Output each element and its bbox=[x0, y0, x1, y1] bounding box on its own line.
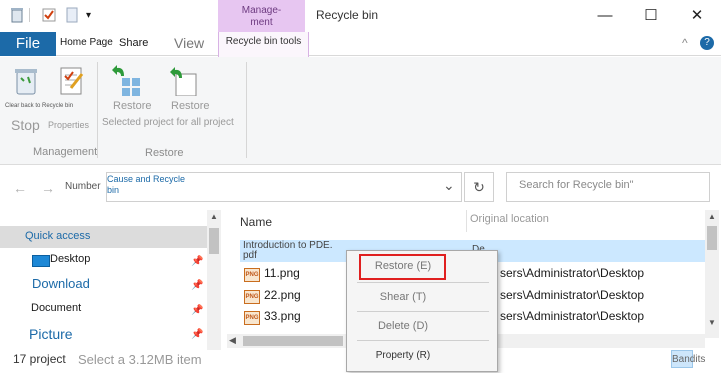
file-location: sers\Administrator\Desktop bbox=[500, 309, 645, 323]
close-button[interactable]: ✕ bbox=[680, 4, 714, 26]
column-header-name[interactable]: Name bbox=[240, 215, 272, 229]
scroll-up-icon[interactable]: ▲ bbox=[210, 212, 218, 221]
pin-icon[interactable]: 📌 bbox=[191, 329, 203, 340]
close-icon: ✕ bbox=[690, 7, 704, 24]
restore-all-icon[interactable] bbox=[112, 64, 142, 99]
back-arrow-icon[interactable]: ← bbox=[13, 180, 27, 196]
nav-item-document[interactable]: Document bbox=[31, 302, 81, 314]
menu-item-delete[interactable]: Delete (D) bbox=[347, 320, 459, 332]
tab-home[interactable]: Home Page bbox=[60, 32, 113, 56]
png-file-icon: PNG bbox=[244, 311, 260, 325]
selected-for-all-caption: Selected project for all project bbox=[102, 117, 234, 128]
group-label-restore: Restore bbox=[145, 147, 184, 159]
maximize-icon: ☐ bbox=[644, 7, 658, 24]
minimize-icon: — bbox=[597, 6, 613, 24]
ribbon-group-divider bbox=[97, 62, 98, 158]
file-list-vertical-scrollbar[interactable]: ▲ ▼ bbox=[705, 210, 719, 338]
restore-selected-button[interactable]: Restore bbox=[171, 100, 210, 112]
tab-file[interactable]: File bbox=[0, 32, 56, 56]
customize-toolbar-dropdown-icon[interactable]: ▾ bbox=[86, 10, 91, 21]
menu-divider bbox=[357, 311, 489, 312]
help-icon[interactable]: ? bbox=[700, 36, 714, 50]
nav-item-download[interactable]: Download bbox=[32, 276, 90, 291]
address-dropdown-icon[interactable]: ⌄ bbox=[443, 177, 455, 194]
column-header-original-location[interactable]: Original location bbox=[470, 213, 549, 225]
minimize-button[interactable]: — bbox=[588, 4, 622, 26]
file-name[interactable]: 33.png bbox=[264, 309, 301, 323]
restore-all-button[interactable]: Restore bbox=[113, 100, 152, 112]
status-item-count: 17 project bbox=[13, 352, 66, 366]
scrollbar-thumb[interactable] bbox=[243, 336, 343, 346]
properties-checkmark-icon[interactable] bbox=[40, 6, 58, 24]
restore-selected-icon[interactable] bbox=[170, 64, 200, 99]
desktop-icon bbox=[32, 255, 50, 267]
empty-recycle-bin-icon[interactable] bbox=[12, 66, 40, 99]
pin-icon[interactable]: 📌 bbox=[191, 280, 203, 291]
file-name[interactable]: 22.png bbox=[264, 288, 301, 302]
scroll-down-icon[interactable]: ▼ bbox=[708, 318, 716, 327]
address-bar[interactable]: Cause and Recycle bin ⌄ bbox=[106, 172, 462, 202]
toolbar-divider bbox=[29, 8, 30, 22]
file-name[interactable]: 11.png bbox=[264, 266, 300, 280]
scroll-up-icon[interactable]: ▲ bbox=[708, 212, 716, 221]
contextual-tab-group-header: Manage- ment bbox=[218, 0, 305, 32]
window-title: Recycle bin bbox=[316, 8, 379, 22]
stop-button[interactable]: Stop bbox=[11, 117, 40, 133]
png-file-icon: PNG bbox=[244, 290, 260, 304]
menu-divider bbox=[357, 340, 489, 341]
address-path-line2: bin bbox=[107, 185, 120, 195]
new-folder-icon[interactable] bbox=[63, 6, 81, 24]
empty-recycle-bin-caption: Clear back to Recycle bin bbox=[5, 103, 74, 109]
menu-item-shear[interactable]: Shear (T) bbox=[347, 291, 459, 303]
file-name[interactable]: Introduction to PDE. pdf bbox=[243, 241, 333, 261]
recycle-bin-app-icon[interactable] bbox=[8, 6, 26, 24]
refresh-icon: ↻ bbox=[473, 178, 485, 195]
nav-item-picture[interactable]: Picture bbox=[29, 326, 73, 342]
file-location: sers\Administrator\Desktop bbox=[500, 288, 645, 302]
collapse-ribbon-icon[interactable]: ^ bbox=[682, 36, 688, 50]
search-input[interactable]: Search for Recycle bin" bbox=[506, 172, 710, 202]
ribbon-group-divider bbox=[246, 62, 247, 158]
recent-locations-label[interactable]: Number bbox=[65, 181, 101, 192]
tab-recycle-bin-tools[interactable]: Recycle bin tools bbox=[218, 32, 309, 58]
context-menu: Restore (E) Shear (T) Delete (D) Propert… bbox=[346, 250, 498, 372]
nav-item-desktop[interactable]: Desktop bbox=[50, 253, 90, 265]
column-divider[interactable] bbox=[466, 210, 467, 232]
png-file-icon: PNG bbox=[244, 268, 260, 282]
group-label-management: Management bbox=[33, 146, 98, 158]
tab-share[interactable]: Share bbox=[119, 32, 148, 56]
menu-divider bbox=[357, 282, 489, 283]
properties-icon[interactable] bbox=[58, 66, 86, 99]
details-view-label: Bandits bbox=[672, 354, 706, 365]
nav-item-quick-access[interactable]: Quick access bbox=[25, 230, 90, 242]
pin-icon[interactable]: 📌 bbox=[191, 305, 203, 316]
properties-button[interactable]: Properties bbox=[48, 120, 89, 130]
pin-icon[interactable]: 📌 bbox=[191, 256, 203, 267]
tab-view[interactable]: View bbox=[174, 32, 204, 56]
ribbon bbox=[0, 57, 721, 165]
refresh-button[interactable]: ↻ bbox=[464, 172, 494, 202]
status-selection: Select a 3.12MB item bbox=[78, 352, 202, 367]
file-location: sers\Administrator\Desktop bbox=[500, 266, 645, 280]
scrollbar-thumb[interactable] bbox=[209, 228, 219, 254]
scroll-left-icon[interactable]: ◀ bbox=[229, 335, 236, 346]
forward-arrow-icon[interactable]: → bbox=[41, 180, 55, 196]
address-path-line1: Cause and Recycle bbox=[107, 174, 186, 184]
scrollbar-thumb[interactable] bbox=[707, 226, 717, 250]
maximize-button[interactable]: ☐ bbox=[634, 4, 668, 26]
menu-item-restore[interactable]: Restore (E) bbox=[347, 260, 459, 272]
nav-pane-scrollbar[interactable]: ▲ bbox=[207, 210, 221, 350]
menu-item-property[interactable]: Property (R) bbox=[347, 350, 459, 361]
